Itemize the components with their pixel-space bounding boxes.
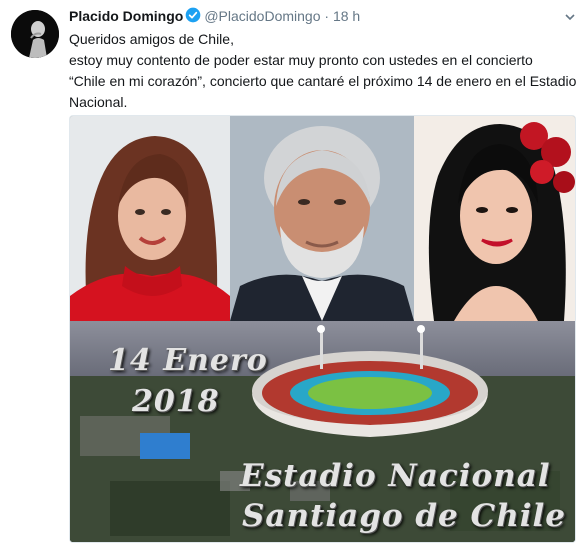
overlay-year: 2018 bbox=[132, 384, 220, 419]
tweet-header: Placido Domingo @PlacidoDomingo · 18 h bbox=[69, 7, 360, 26]
verified-badge-icon bbox=[185, 7, 201, 26]
overlay-venue: Estadio Nacional bbox=[240, 458, 551, 494]
chevron-down-icon[interactable] bbox=[564, 10, 576, 22]
tweet-text-line: Queridos amigos de Chile, bbox=[69, 31, 234, 47]
tweet-text-line: estoy muy contento de poder estar muy pr… bbox=[69, 52, 533, 68]
tweet-media-image[interactable]: 14 Enero 2018 Estadio Nacional Santiago … bbox=[69, 115, 576, 543]
overlay-date: 14 Enero bbox=[108, 343, 268, 378]
tweet: Placido Domingo @PlacidoDomingo · 18 h Qu… bbox=[0, 0, 588, 546]
author-name[interactable]: Placido Domingo bbox=[69, 8, 183, 24]
portrait-center bbox=[230, 116, 414, 321]
overlay-city: Santiago de Chile bbox=[242, 498, 567, 534]
tweet-text-line: Nacional. bbox=[69, 94, 128, 110]
portrait-right bbox=[414, 116, 575, 321]
header-separator: · bbox=[324, 8, 330, 24]
tweet-text: Queridos amigos de Chile, estoy muy cont… bbox=[69, 29, 577, 113]
author-handle[interactable]: @PlacidoDomingo bbox=[204, 8, 320, 24]
tweet-timestamp[interactable]: 18 h bbox=[333, 8, 360, 24]
tweet-text-line: “Chile en mi corazón”, concierto que can… bbox=[69, 73, 577, 89]
stadium-photo: 14 Enero 2018 Estadio Nacional Santiago … bbox=[70, 321, 575, 542]
portrait-left bbox=[70, 116, 230, 321]
avatar[interactable] bbox=[11, 10, 59, 58]
